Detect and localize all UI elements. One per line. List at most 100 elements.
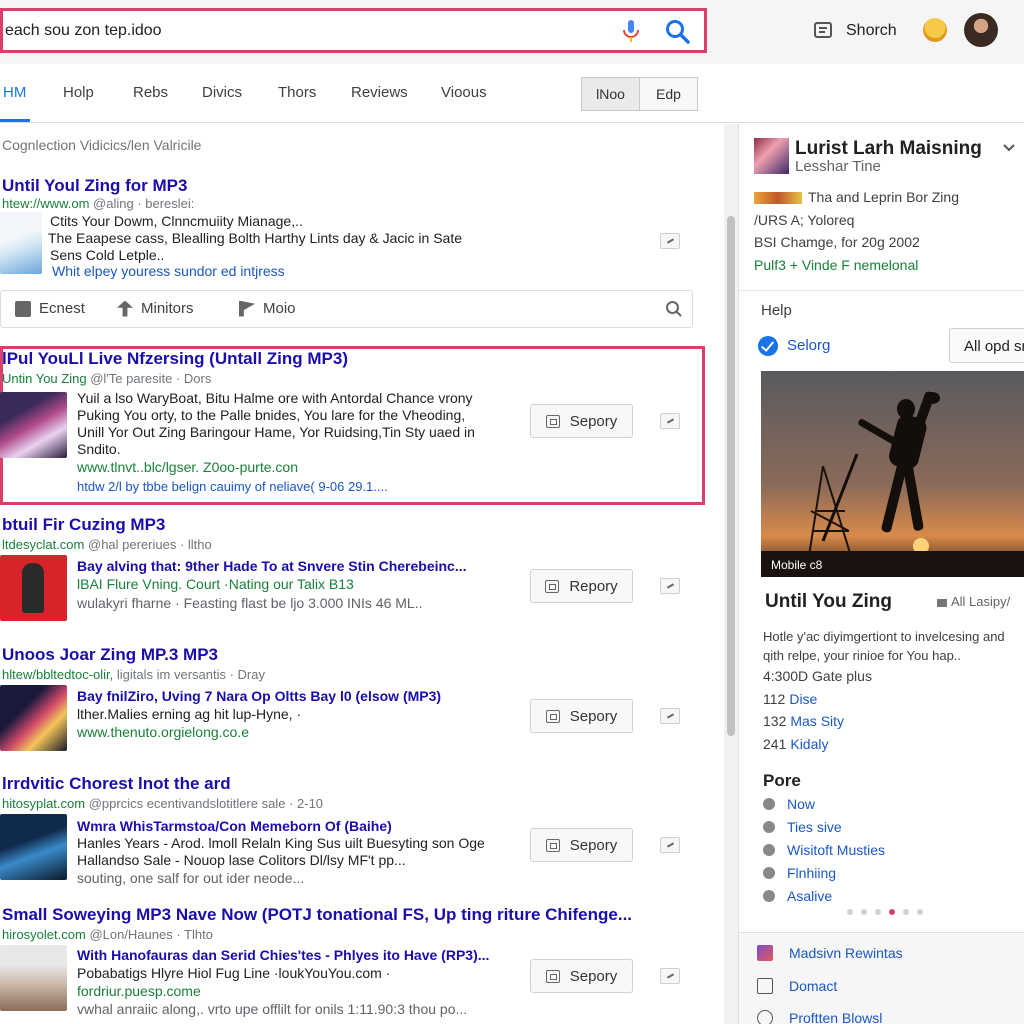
tab-hm[interactable]: HM	[3, 84, 26, 101]
result-3-green-line[interactable]: lBAI Flure Vning. Court ·Nating our Tali…	[77, 576, 354, 593]
result-2-snippet-2: Puking You orty, to the Palle bnides, Yo…	[77, 407, 466, 423]
result-2-action-button[interactable]: Sepory	[530, 404, 633, 438]
result-2-title[interactable]: lPul YouLl Live Nfzersing (Untall Zing M…	[2, 349, 348, 369]
filter-moio[interactable]: Moio	[239, 300, 296, 317]
result-1-url[interactable]: htew://www.om @aling · bereslei:	[2, 196, 194, 211]
panel-option-ties-sive[interactable]: Ties sive	[763, 819, 842, 835]
view-toggle: lNoo Edp	[581, 77, 698, 111]
header-user-label[interactable]: Shorch	[846, 22, 897, 40]
tab-rebs[interactable]: Rebs	[133, 84, 168, 101]
result-3-url[interactable]: ltdesyclat.com @hal pereriues · lltho	[2, 537, 212, 552]
result-1-snippet-4[interactable]: Whit elpey youress sundor ed intjress	[52, 263, 285, 280]
panel-all-button[interactable]: All opd sr	[949, 328, 1024, 363]
result-4-title[interactable]: Unoos Joar Zing MP.3 MP3	[2, 645, 218, 665]
result-4-action-button[interactable]: Sepory	[530, 699, 633, 733]
carousel-dot[interactable]	[875, 909, 881, 915]
feedback-icon[interactable]	[812, 20, 834, 42]
result-4-headline[interactable]: Bay fnilZiro, Uving 7 Nara Op Oltts Bay …	[77, 688, 441, 705]
view-toggle-right[interactable]: Edp	[640, 78, 697, 110]
view-toggle-left[interactable]: lNoo	[582, 78, 640, 110]
emoji-avatar[interactable]	[923, 18, 947, 42]
panel-option-asalive[interactable]: Asalive	[763, 888, 832, 904]
result-6-url[interactable]: hirosyolet.com @Lon/Haunes · Tlhto	[2, 927, 213, 942]
result-5-url[interactable]: hitosyplat.com @pprcics ecentivandslotit…	[2, 796, 323, 811]
result-6-green-link[interactable]: fordriur.puesp.come	[77, 983, 201, 1000]
tab-divics[interactable]: Divics	[202, 84, 242, 101]
search-input[interactable]	[5, 19, 605, 43]
result-3-side-tag[interactable]	[660, 578, 680, 594]
results-list: Cognlection Vidicics/len Valricile Until…	[0, 124, 724, 1024]
result-6-side-tag[interactable]	[660, 968, 680, 984]
panel-option-now[interactable]: Now	[763, 796, 815, 812]
result-2-footnote[interactable]: htdw 2/l by tbbe belign cauimy of neliav…	[77, 478, 388, 495]
carousel-dot[interactable]	[861, 909, 867, 915]
panel-option-flnhiing[interactable]: Flnhiing	[763, 865, 836, 881]
small-icon	[937, 598, 947, 607]
user-avatar[interactable]	[964, 13, 998, 47]
result-3-thumbnail[interactable]	[0, 555, 67, 621]
tab-holp[interactable]: Holp	[63, 84, 94, 101]
panel-card-aside[interactable]: All Lasipy/	[937, 594, 1010, 609]
result-6-headline[interactable]: With Hanofauras dan Serid Chies'tes - Ph…	[77, 947, 489, 964]
panel-header: Lurist Larh Maisning Lesshar Tine Tha an…	[739, 124, 1024, 291]
result-3-title[interactable]: btuil Fir Cuzing MP3	[2, 515, 165, 535]
result-1-title[interactable]: Until Youl Zing for MP3	[2, 176, 187, 196]
result-5-action-button[interactable]: Sepory	[530, 828, 633, 862]
check-circle-icon	[758, 336, 778, 356]
tab-thors[interactable]: Thors	[278, 84, 316, 101]
top-header: Shorch	[0, 0, 1024, 64]
carousel-dots[interactable]	[847, 909, 923, 915]
result-1-side-tag[interactable]	[660, 233, 680, 249]
microphone-icon[interactable]	[617, 17, 645, 45]
result-6-action-button[interactable]: Sepory	[530, 959, 633, 993]
panel-line-4[interactable]: Pulf3 + Vinde F nemelonal	[754, 257, 918, 273]
scrollbar-thumb[interactable]	[727, 216, 735, 736]
panel-selorg-link[interactable]: Selorg	[787, 337, 830, 354]
result-4-url[interactable]: hltew/bbltedtoc-olir, ligitals im versan…	[2, 667, 265, 682]
filter-toolbar: Ecnest Minitors Moio	[0, 290, 693, 328]
carousel-dot-active[interactable]	[889, 909, 895, 915]
panel-footer-item-3[interactable]: Proftten Blowsl	[757, 1010, 882, 1024]
panel-image[interactable]: Mobile c8	[761, 371, 1024, 577]
results-section-label: Cognlection Vidicics/len Valricile	[2, 137, 202, 153]
silhouette-image	[761, 371, 1024, 577]
result-2-snippet-4: Sndito.	[77, 441, 121, 457]
result-2-green-link[interactable]: www.tlnvt..blc/lgser. Z0oo-purte.con	[77, 459, 298, 476]
result-6-title[interactable]: Small Soweying MP3 Nave Now (POTJ tonati…	[2, 905, 632, 925]
chevron-down-icon[interactable]	[1001, 140, 1017, 156]
panel-thumbnail[interactable]	[754, 138, 789, 174]
panel-footer-item-1[interactable]: Madsivn Rewintas	[757, 945, 903, 961]
result-4-green-link[interactable]: www.thenuto.orgielong.co.e	[77, 724, 249, 741]
result-5-headline[interactable]: Wmra WhisTarmstoa/Con Memeborn Of (Baihe…	[77, 818, 392, 835]
result-5-snippet-2: Hallandso Sale - Nouop lase Colitors Dl/…	[77, 852, 406, 868]
filter-minitors[interactable]: Minitors	[117, 300, 194, 317]
tab-reviews[interactable]: Reviews	[351, 84, 408, 101]
carousel-dot[interactable]	[847, 909, 853, 915]
panel-footer-item-2[interactable]: Domact	[757, 978, 837, 994]
result-2-side-tag[interactable]	[660, 413, 680, 429]
result-4-side-tag[interactable]	[660, 708, 680, 724]
toolbar-search-icon[interactable]	[665, 300, 683, 318]
knowledge-panel: Lurist Larh Maisning Lesshar Tine Tha an…	[738, 124, 1024, 1024]
result-1-thumbnail[interactable]	[0, 212, 42, 274]
carousel-dot[interactable]	[917, 909, 923, 915]
result-1-snippet-3: Sens Cold Letple..	[50, 247, 165, 263]
tab-vioous[interactable]: Vioous	[441, 84, 487, 101]
result-3-action-button[interactable]: Repory	[530, 569, 633, 603]
result-4-thumbnail[interactable]	[0, 685, 67, 751]
search-box[interactable]	[0, 8, 707, 53]
result-5-side-tag[interactable]	[660, 837, 680, 853]
results-scrollbar[interactable]	[724, 124, 738, 1024]
result-2-url[interactable]: Untin You Zing @l'Te paresite · Dors	[2, 371, 211, 386]
result-6-thumbnail[interactable]	[0, 945, 67, 1011]
carousel-dot[interactable]	[903, 909, 909, 915]
filter-ecnest[interactable]: Ecnest	[15, 300, 85, 317]
search-icon[interactable]	[663, 17, 693, 47]
result-2-thumbnail[interactable]	[0, 392, 67, 458]
panel-help-label: Help	[761, 302, 792, 319]
result-5-title[interactable]: lrrdvitic Chorest lnot the ard	[2, 774, 231, 794]
panel-image-caption: Mobile c8	[771, 558, 823, 572]
panel-option-wisitoft[interactable]: Wisitoft Musties	[763, 842, 885, 858]
result-3-headline[interactable]: Bay alving that: 9ther Hade To at Snvere…	[77, 558, 467, 575]
result-5-thumbnail[interactable]	[0, 814, 67, 880]
